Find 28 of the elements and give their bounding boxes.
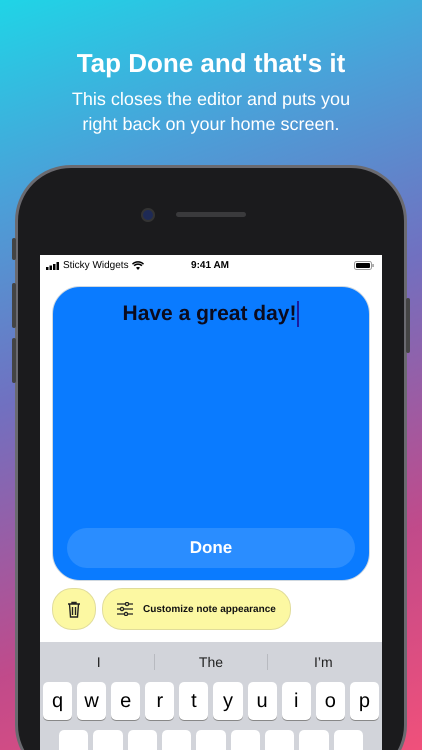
headline: Tap Done and that's it xyxy=(76,48,346,79)
key[interactable]: i xyxy=(282,682,311,720)
customize-button[interactable]: Customize note appearance xyxy=(102,588,291,630)
key[interactable]: e xyxy=(111,682,140,720)
speaker-icon xyxy=(176,212,246,217)
note-text-field[interactable]: Have a great day! xyxy=(122,301,300,327)
suggestion[interactable]: The xyxy=(154,654,267,670)
key[interactable]: o xyxy=(316,682,345,720)
delete-button[interactable] xyxy=(52,588,96,630)
subtitle: This closes the editor and puts you right back on your home screen. xyxy=(70,88,352,136)
key[interactable]: r xyxy=(145,682,174,720)
suggestion[interactable]: I’m xyxy=(266,654,379,670)
suggestion[interactable]: I xyxy=(43,654,154,670)
key[interactable]: w xyxy=(77,682,106,720)
text-cursor xyxy=(297,301,300,327)
key[interactable]: t xyxy=(179,682,208,720)
key[interactable]: y xyxy=(213,682,243,720)
sliders-icon xyxy=(117,602,133,616)
app-name: Sticky Widgets xyxy=(63,260,129,271)
wifi-icon xyxy=(132,261,144,270)
key[interactable]: q xyxy=(43,682,72,720)
key[interactable]: p xyxy=(350,682,379,720)
battery-icon xyxy=(354,261,374,270)
clock-time: 9:41 AM xyxy=(191,260,229,271)
camera-icon xyxy=(141,208,155,222)
signal-icon xyxy=(46,262,60,270)
key[interactable]: u xyxy=(248,682,277,720)
trash-icon xyxy=(67,600,81,618)
